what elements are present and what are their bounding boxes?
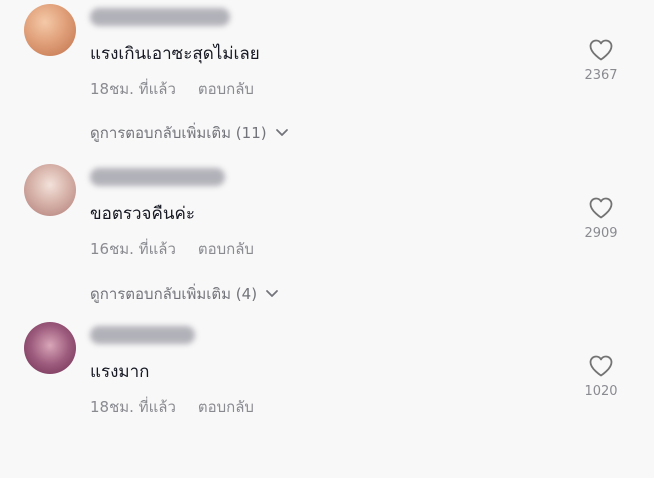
username-blurred[interactable] [90, 8, 230, 26]
heart-outline-icon[interactable] [588, 196, 614, 220]
username-blurred[interactable] [90, 168, 225, 186]
like-group: 1020 [580, 354, 622, 399]
view-more-replies-button[interactable]: ดูการตอบกลับเพิ่มเติม (11) [90, 121, 289, 145]
like-count: 1020 [584, 384, 618, 399]
username-blurred[interactable] [90, 326, 195, 344]
comment-time: 18ชม. ที่แล้ว [90, 398, 176, 416]
like-count: 2367 [584, 68, 618, 83]
avatar[interactable] [24, 322, 76, 374]
view-replies-label: ดูการตอบกลับเพิ่มเติม (11) [90, 124, 267, 142]
avatar[interactable] [24, 4, 76, 56]
chevron-down-icon [275, 129, 288, 136]
comment-meta: 18ชม. ที่แล้ว ตอบกลับ [90, 77, 254, 101]
reply-button[interactable]: ตอบกลับ [198, 398, 254, 416]
comment-time: 16ชม. ที่แล้ว [90, 240, 176, 258]
comment-item: ขอตรวจคืนค่ะ 16ชม. ที่แล้ว ตอบกลับ ดูการต… [0, 160, 654, 320]
comment-text: แรงเกินเอาซะสุดไม่เลย [90, 44, 260, 64]
avatar[interactable] [24, 164, 76, 216]
comment-item: แรงเกินเอาซะสุดไม่เลย 18ชม. ที่แล้ว ตอบกล… [0, 0, 654, 160]
heart-outline-icon[interactable] [588, 354, 614, 378]
like-group: 2909 [580, 196, 622, 241]
reply-button[interactable]: ตอบกลับ [198, 240, 254, 258]
view-replies-label: ดูการตอบกลับเพิ่มเติม (4) [90, 285, 258, 303]
comment-text: ขอตรวจคืนค่ะ [90, 204, 196, 224]
like-count: 2909 [584, 226, 618, 241]
reply-button[interactable]: ตอบกลับ [198, 80, 254, 98]
view-more-replies-button[interactable]: ดูการตอบกลับเพิ่มเติม (4) [90, 282, 279, 306]
chevron-down-icon [266, 290, 278, 297]
comment-item: แรงมาก 18ชม. ที่แล้ว ตอบกลับ 1020 [0, 318, 654, 478]
comment-text: แรงมาก [90, 362, 150, 382]
like-group: 2367 [580, 38, 622, 83]
comment-meta: 16ชม. ที่แล้ว ตอบกลับ [90, 237, 254, 261]
comment-meta: 18ชม. ที่แล้ว ตอบกลับ [90, 395, 254, 419]
heart-outline-icon[interactable] [588, 38, 614, 62]
comment-time: 18ชม. ที่แล้ว [90, 80, 176, 98]
